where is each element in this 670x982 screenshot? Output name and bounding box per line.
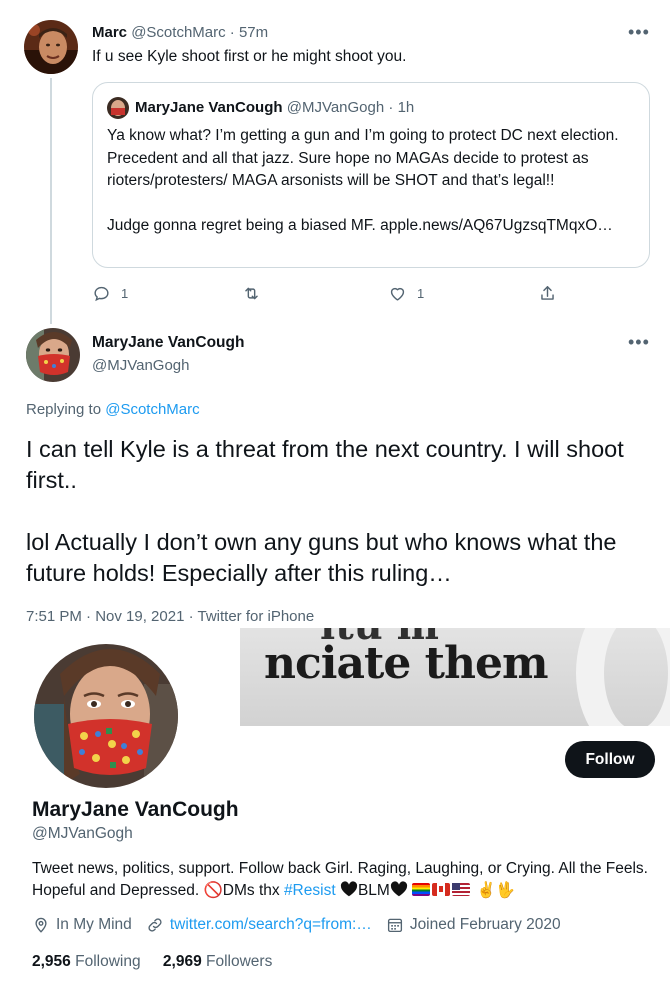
parent-more-icon[interactable]: ••• xyxy=(628,22,650,43)
followers-stat[interactable]: 2,969 Followers xyxy=(163,953,272,970)
quoted-tweet-card[interactable]: MaryJane VanCough @MJVanGogh · 1h Ya kno… xyxy=(92,82,650,268)
canada-flag-icon xyxy=(432,883,451,896)
profile-website[interactable]: twitter.com/search?q=from:… xyxy=(146,916,372,934)
profile-display-name: MaryJane VanCough xyxy=(32,798,239,821)
banner-photo: itu m nciate them xyxy=(240,628,670,726)
hand-gesture-icons: ✌️🖖 xyxy=(476,882,516,899)
like-count: 1 xyxy=(417,286,425,301)
bio-text-2: DMs thx xyxy=(222,882,284,899)
quoted-avatar xyxy=(107,97,129,119)
calendar-icon xyxy=(387,918,402,933)
parent-tweet-text: If u see Kyle shoot first or he might sh… xyxy=(92,48,407,65)
follow-button[interactable]: Follow xyxy=(565,741,655,778)
reply-button[interactable]: 1 xyxy=(92,284,128,303)
main-handle[interactable]: @MJVanGogh xyxy=(92,357,190,374)
banner-text: nciate them xyxy=(264,638,549,689)
followers-label: Followers xyxy=(206,953,273,970)
main-more-icon[interactable]: ••• xyxy=(628,332,650,353)
like-button[interactable]: 1 xyxy=(388,284,424,303)
quoted-time: 1h xyxy=(397,99,415,116)
avatar-mjvangogh[interactable] xyxy=(26,328,80,382)
bio-hashtag-link[interactable]: #Resist xyxy=(284,882,336,899)
quoted-separator: · xyxy=(388,99,394,116)
profile-avatar[interactable] xyxy=(30,640,182,792)
website-link[interactable]: twitter.com/search?q=from:… xyxy=(170,916,372,934)
main-tweet-timestamp[interactable]: 7:51 PM · Nov 19, 2021 · Twitter for iPh… xyxy=(26,608,314,625)
thread-connector-line xyxy=(50,78,52,324)
main-tweet-text: I can tell Kyle is a threat from the nex… xyxy=(26,436,624,586)
following-count: 2,956 xyxy=(32,953,71,970)
profile-location: In My Mind xyxy=(32,916,132,934)
retweet-button[interactable] xyxy=(242,284,271,303)
rainbow-flag-icon xyxy=(412,883,431,896)
link-icon xyxy=(148,918,162,932)
location-text: In My Mind xyxy=(56,916,132,933)
parent-handle[interactable]: @ScotchMarc xyxy=(131,24,225,41)
followers-count: 2,969 xyxy=(162,953,202,970)
retweet-icon xyxy=(245,287,258,300)
parent-action-bar: 1 1 xyxy=(92,284,562,304)
quoted-handle: @MJVanGogh xyxy=(286,99,385,116)
parent-separator: · xyxy=(229,24,235,41)
replying-prefix: Replying to xyxy=(26,401,102,418)
profile-meta: In My Mind twitter.com/search?q=from:… J… xyxy=(32,916,575,934)
quoted-display-name: MaryJane VanCough xyxy=(135,99,283,116)
share-icon xyxy=(541,286,554,300)
parent-time[interactable]: 57m xyxy=(239,24,268,41)
following-stat[interactable]: 2,956 Following xyxy=(32,953,141,970)
main-display-name[interactable]: MaryJane VanCough xyxy=(92,334,244,352)
profile-handle: @MJVanGogh xyxy=(32,825,133,842)
location-pin-icon xyxy=(35,917,47,933)
reply-count: 1 xyxy=(121,286,129,301)
quoted-header: MaryJane VanCough @MJVanGogh · 1h xyxy=(135,99,414,116)
no-entry-icon: 🚫 xyxy=(203,882,223,899)
profile-bio: Tweet news, politics, support. Follow ba… xyxy=(32,858,652,902)
parent-display-name[interactable]: Marc xyxy=(92,24,127,41)
black-heart-icon xyxy=(340,881,358,897)
replying-to: Replying to @ScotchMarc xyxy=(26,401,200,418)
avatar-marc[interactable] xyxy=(24,20,78,74)
banner-mug-handle xyxy=(576,628,670,726)
profile-joined: Joined February 2020 xyxy=(386,916,561,934)
heart-icon xyxy=(390,287,405,301)
following-label: Following xyxy=(75,953,141,970)
share-button[interactable] xyxy=(538,284,557,303)
joined-text: Joined February 2020 xyxy=(409,916,561,933)
usa-flag-icon xyxy=(452,883,471,896)
quoted-tweet-text: Ya know what? I’m getting a gun and I’m … xyxy=(107,127,619,234)
reply-icon xyxy=(94,286,109,302)
bio-blm: BLM xyxy=(357,882,390,899)
parent-tweet-header: Marc @ScotchMarc · 57m xyxy=(92,24,268,41)
replying-to-link[interactable]: @ScotchMarc xyxy=(105,401,199,418)
black-heart-icon-2 xyxy=(390,881,407,897)
profile-stats: 2,956 Following 2,969 Followers xyxy=(32,953,272,971)
